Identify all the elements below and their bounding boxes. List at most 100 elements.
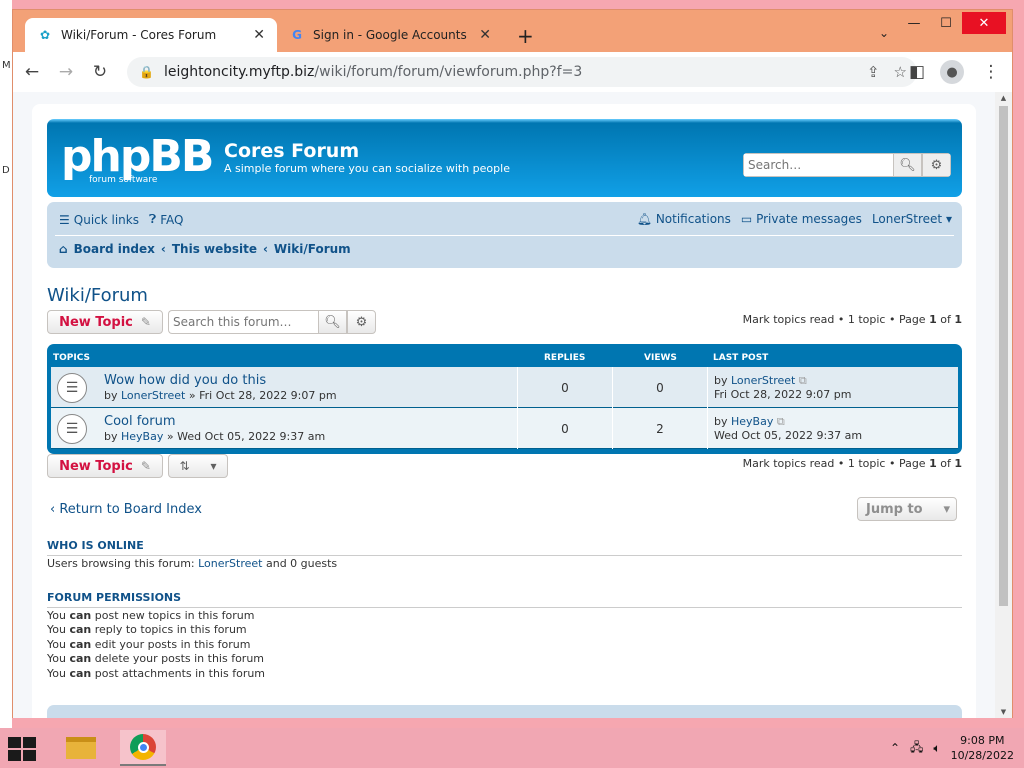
notifications-button[interactable]: 🔔︎ Notifications bbox=[637, 212, 731, 226]
view-count: 2 bbox=[612, 408, 707, 449]
url-path: /wiki/forum/forum/viewforum.php?f=3 bbox=[314, 64, 583, 80]
scroll-down-icon[interactable]: ▼ bbox=[995, 708, 1012, 716]
hamburger-icon: ☰ bbox=[59, 212, 70, 227]
user-menu[interactable]: LonerStreet ▾ bbox=[872, 212, 952, 226]
col-topics: Topics bbox=[53, 353, 90, 363]
pencil-icon: ✎ bbox=[140, 315, 151, 329]
address-bar[interactable]: 🔒 leightoncity.myftp.biz/wiki/forum/foru… bbox=[127, 57, 917, 87]
topic-unread-icon: ☰ bbox=[57, 373, 87, 403]
page-scrollbar[interactable]: ▲ ▼ bbox=[995, 92, 1012, 718]
private-messages-link[interactable]: ▭ Private messages bbox=[741, 212, 862, 226]
new-tab-button[interactable]: + bbox=[517, 24, 534, 48]
permission-line: You can delete your posts in this forum bbox=[47, 652, 265, 666]
url-host: leightoncity.myftp.biz bbox=[163, 64, 315, 80]
close-tab-icon[interactable]: ✕ bbox=[253, 27, 265, 43]
topic-meta: by HeyBay » Wed Oct 05, 2022 9:37 am bbox=[104, 430, 325, 443]
crumb-board-index[interactable]: Board index bbox=[74, 242, 155, 256]
close-tab-icon[interactable]: ✕ bbox=[479, 27, 491, 43]
search-icon[interactable]: 🔍︎ bbox=[318, 310, 347, 334]
page-label: Page bbox=[898, 457, 926, 470]
col-views: Views bbox=[644, 353, 677, 363]
tab-search-icon[interactable]: ⌄ bbox=[879, 26, 889, 40]
phpbb-page: phpBB forum software Cores Forum A simpl… bbox=[32, 104, 976, 718]
jump-to-dropdown[interactable]: Jump to ▾ bbox=[857, 497, 957, 521]
scrollbar-thumb[interactable] bbox=[999, 106, 1008, 606]
minimize-button[interactable]: — bbox=[898, 12, 930, 34]
logo-subtext: forum software bbox=[89, 175, 158, 183]
faq-link[interactable]: ❓︎ FAQ bbox=[149, 212, 183, 227]
page-number: 1 bbox=[929, 313, 937, 326]
last-post-author-link[interactable]: LonerStreet bbox=[731, 374, 795, 387]
crumb-wiki-forum[interactable]: Wiki/Forum bbox=[274, 242, 351, 256]
col-replies: Replies bbox=[544, 353, 586, 363]
col-last-post: Last post bbox=[713, 353, 769, 363]
tab-label: Sign in - Google Accounts bbox=[313, 28, 467, 42]
scroll-up-icon[interactable]: ▲ bbox=[995, 94, 1012, 102]
topic-list-header: Topics Replies Views Last post bbox=[51, 349, 958, 367]
mark-topics-read-link[interactable]: Mark topics read bbox=[743, 457, 835, 470]
chrome-taskbar-button[interactable] bbox=[120, 730, 166, 766]
sort-options-button[interactable]: ⇅ ▾ bbox=[168, 454, 228, 478]
new-topic-label: New Topic bbox=[59, 458, 133, 474]
file-explorer-taskbar-button[interactable] bbox=[58, 730, 104, 766]
forum-search-input[interactable] bbox=[168, 310, 318, 334]
site-title: Cores Forum bbox=[224, 140, 360, 162]
quick-links-button[interactable]: ☰ Quick links bbox=[59, 212, 139, 227]
windows-start-icon[interactable] bbox=[8, 737, 38, 761]
last-post-author-link[interactable]: HeyBay bbox=[731, 415, 773, 428]
tab-wiki-forum[interactable]: ✿ Wiki/Forum - Cores Forum ✕ bbox=[25, 18, 277, 52]
header-search-input[interactable] bbox=[743, 153, 893, 177]
reload-icon[interactable]: ↻ bbox=[85, 57, 115, 87]
return-label: Return to Board Index bbox=[59, 502, 202, 517]
sort-icon: ⇅ bbox=[179, 459, 190, 473]
profile-avatar-icon[interactable]: ● bbox=[940, 60, 964, 84]
network-icon[interactable]: 🖧︎ bbox=[910, 738, 923, 759]
volume-icon[interactable]: 🔈︎ bbox=[933, 741, 940, 756]
online-user-link[interactable]: LonerStreet bbox=[198, 557, 262, 570]
return-board-index-link[interactable]: ‹ Return to Board Index bbox=[50, 502, 202, 517]
phpbb-logo[interactable]: phpBB forum software bbox=[61, 131, 213, 183]
menu-kebab-icon[interactable]: ⋮ bbox=[976, 57, 1006, 87]
windows-taskbar: ⌃ 🖧︎ 🔈︎ 9:08 PM 10/28/2022 bbox=[0, 728, 1024, 768]
close-window-button[interactable]: ✕ bbox=[962, 12, 1006, 34]
question-circle-icon: ❓︎ bbox=[149, 212, 157, 226]
goto-post-icon[interactable]: ⧉ bbox=[799, 374, 807, 387]
crumb-this-website[interactable]: This website bbox=[172, 242, 257, 256]
header-search: 🔍︎ ⚙ bbox=[743, 153, 951, 177]
tray-chevron-up-icon[interactable]: ⌃ bbox=[890, 741, 900, 755]
tab-google-signin[interactable]: G Sign in - Google Accounts ✕ bbox=[277, 18, 503, 52]
side-panel-icon[interactable]: ◧ bbox=[902, 57, 932, 87]
advanced-search-gear-icon[interactable]: ⚙ bbox=[347, 310, 376, 334]
page-title[interactable]: Wiki/Forum bbox=[47, 285, 148, 306]
advanced-search-gear-icon[interactable]: ⚙ bbox=[922, 153, 951, 177]
last-post-cell: by HeyBay ⧉ Wed Oct 05, 2022 9:37 am bbox=[707, 408, 862, 449]
new-topic-button[interactable]: New Topic ✎ bbox=[47, 454, 163, 478]
last-post-date: Wed Oct 05, 2022 9:37 am bbox=[714, 429, 863, 442]
topic-title-link[interactable]: Cool forum bbox=[104, 414, 176, 429]
topic-title-link[interactable]: Wow how did you do this bbox=[104, 373, 266, 388]
goto-post-icon[interactable]: ⧉ bbox=[777, 415, 785, 428]
google-favicon-icon: G bbox=[292, 28, 302, 42]
clock-time: 9:08 PM bbox=[960, 734, 1005, 747]
back-icon[interactable]: ← bbox=[17, 57, 47, 87]
permission-line: You can post attachments in this forum bbox=[47, 666, 266, 680]
topic-author-link[interactable]: LonerStreet bbox=[121, 389, 185, 402]
divider bbox=[55, 235, 954, 236]
mark-topics-read-link[interactable]: Mark topics read bbox=[743, 313, 835, 326]
by-label: by bbox=[714, 415, 728, 428]
who-is-online-text: Users browsing this forum: LonerStreet a… bbox=[47, 557, 337, 571]
chevron-left-icon: ‹ bbox=[50, 502, 56, 517]
forward-icon[interactable]: → bbox=[51, 57, 81, 87]
inbox-icon: ▭ bbox=[740, 212, 753, 226]
new-topic-button[interactable]: New Topic ✎ bbox=[47, 310, 163, 334]
phpbb-favicon-icon: ✿ bbox=[39, 28, 51, 42]
caret-down-icon: ▾ bbox=[945, 212, 952, 226]
topic-author-link[interactable]: HeyBay bbox=[121, 430, 163, 443]
maximize-button[interactable]: ☐ bbox=[930, 12, 962, 34]
search-icon[interactable]: 🔍︎ bbox=[893, 153, 922, 177]
pencil-icon: ✎ bbox=[140, 459, 151, 473]
topic-date: » Fri Oct 28, 2022 9:07 pm bbox=[188, 389, 337, 402]
reply-count: 0 bbox=[517, 408, 612, 449]
clock[interactable]: 9:08 PM 10/28/2022 bbox=[951, 733, 1014, 763]
share-icon[interactable]: ⇪ bbox=[867, 63, 880, 81]
